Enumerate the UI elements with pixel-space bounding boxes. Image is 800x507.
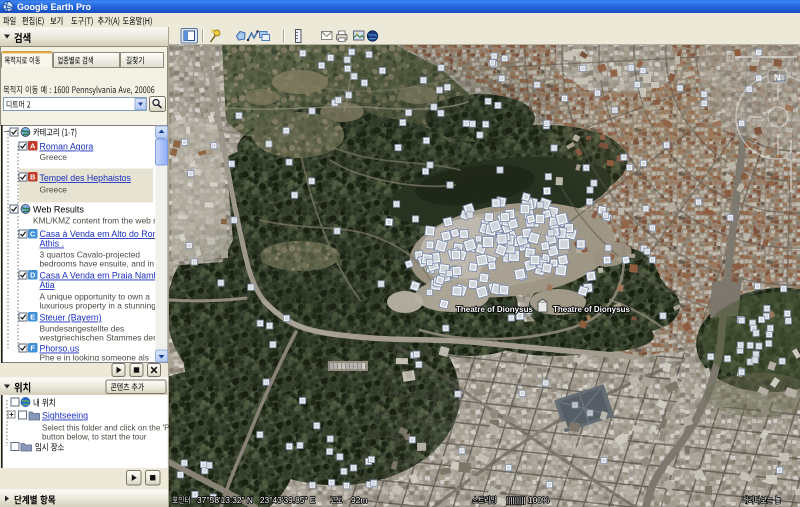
svg-text:C: C: [30, 230, 36, 239]
svg-text:F: F: [30, 344, 35, 353]
svg-text:luxurious property in a stunni: luxurious property in a stunning: [40, 301, 157, 311]
svg-text:||||||||| 100%: ||||||||| 100%: [506, 495, 550, 505]
svg-text:Sightseeing: Sightseeing: [42, 411, 88, 421]
svg-text:Greece: Greece: [40, 152, 68, 162]
svg-text:Google Earth Pro: Google Earth Pro: [17, 2, 92, 12]
svg-text:Theatre of Dionysus: Theatre of Dionysus: [553, 305, 630, 314]
svg-text:92m: 92m: [351, 495, 367, 505]
svg-text:B: B: [30, 173, 36, 182]
svg-text:Web Results: Web Results: [33, 205, 84, 215]
svg-text:Casa à Venda em Alto do Rom: Casa à Venda em Alto do Rom: [40, 229, 160, 239]
svg-text:Atia: Atia: [40, 280, 55, 290]
svg-text:Greece: Greece: [40, 185, 68, 195]
svg-text:bedrooms have ensuite, and in: bedrooms have ensuite, and in: [40, 259, 155, 269]
svg-text:Theatre of Dionysus: Theatre of Dionysus: [456, 305, 533, 314]
svg-text:37°58'13.32" N 23°43'39.85": 37°58'13.32" N 23°43'39.85" E: [197, 495, 316, 505]
svg-text:KML/KMZ content from the web r: KML/KMZ content from the web rel: [33, 216, 163, 226]
svg-text:D: D: [30, 271, 36, 280]
svg-text:N: N: [774, 73, 781, 83]
svg-text:E: E: [30, 313, 35, 322]
svg-text:A: A: [30, 142, 36, 151]
svg-text:westgriechischen Stammes der: westgriechischen Stammes der: [39, 333, 157, 343]
svg-text:Tempel des Hephaistos: Tempel des Hephaistos: [40, 173, 132, 183]
svg-text:Phe e in looking someone als: Phe e in looking someone als: [40, 353, 149, 363]
svg-text:Casa A Venda em Praia Nambi: Casa A Venda em Praia Nambi: [40, 271, 161, 281]
svg-text:button below, to start the tou: button below, to start the tour: [42, 433, 147, 442]
svg-text:Roman Agora: Roman Agora: [40, 142, 94, 152]
svg-text:Select this folder and click o: Select this folder and click on the 'Pla…: [42, 424, 182, 433]
svg-text:Steuer (Bayern): Steuer (Bayern): [40, 313, 102, 323]
svg-text:Athis .: Athis .: [40, 239, 64, 249]
